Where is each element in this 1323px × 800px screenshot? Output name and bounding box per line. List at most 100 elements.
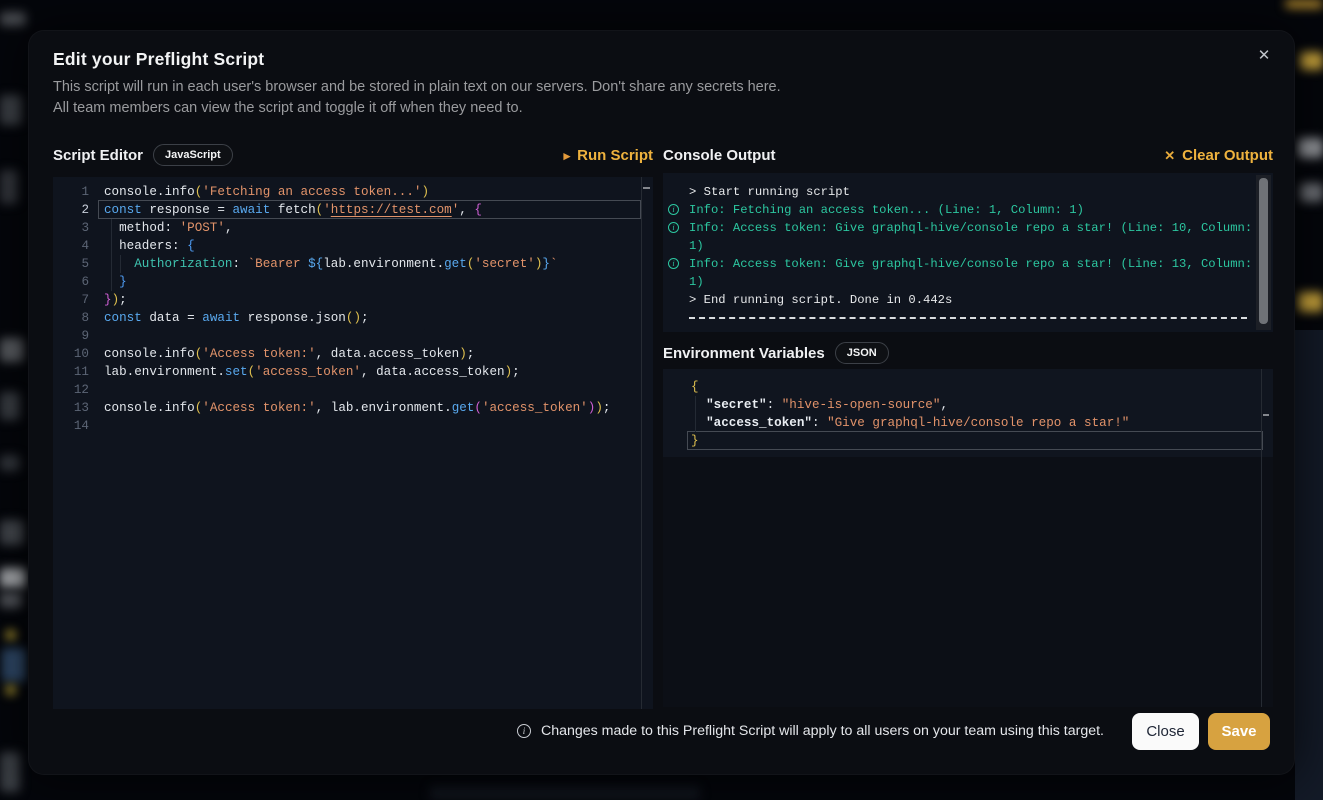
script-editor[interactable]: 1234567891011121314 console.info('Fetchi… bbox=[53, 177, 653, 709]
code-token: } bbox=[542, 257, 550, 271]
env-code-area[interactable]: { "secret": "hive-is-open-source", "acce… bbox=[691, 378, 1129, 450]
console-line-text: Info: Access token: Give graphql-hive/co… bbox=[689, 257, 1252, 271]
code-line[interactable]: lab.environment.set('access_token', data… bbox=[104, 363, 610, 381]
code-token: } bbox=[104, 293, 112, 307]
code-token: ` bbox=[550, 257, 558, 271]
javascript-badge: JavaScript bbox=[153, 144, 233, 166]
code-token: "secret" bbox=[706, 398, 766, 412]
code-token: ( bbox=[474, 401, 482, 415]
clear-output-button[interactable]: ✕ Clear Output bbox=[1164, 147, 1273, 164]
code-token: 'Access token:' bbox=[202, 401, 315, 415]
code-token: get bbox=[444, 257, 467, 271]
code-token: : bbox=[767, 398, 782, 412]
backdrop-blob bbox=[0, 752, 20, 792]
env-vars-editor[interactable]: { "secret": "hive-is-open-source", "acce… bbox=[663, 369, 1273, 707]
code-token: , bbox=[225, 221, 233, 235]
code-token: ${ bbox=[308, 257, 323, 271]
code-token: : bbox=[812, 416, 827, 430]
code-token: headers: bbox=[104, 239, 187, 253]
code-token: response = bbox=[142, 203, 233, 217]
indent-guide bbox=[695, 396, 696, 432]
line-number-gutter: 1234567891011121314 bbox=[53, 183, 89, 435]
code-token: { bbox=[474, 203, 482, 217]
console-scrollbar-track[interactable] bbox=[1256, 175, 1271, 330]
script-editor-heading: Script Editor bbox=[53, 147, 143, 164]
code-token: 'POST' bbox=[180, 221, 225, 235]
indent-guide bbox=[120, 255, 121, 273]
code-token: 'Access token:' bbox=[202, 347, 315, 361]
code-line[interactable]: Authorization: `Bearer ${lab.environment… bbox=[104, 255, 610, 273]
backdrop-blob bbox=[1298, 292, 1323, 312]
backdrop-blob bbox=[0, 170, 18, 204]
code-token: , data.access_token bbox=[316, 347, 460, 361]
code-token: 'access_token' bbox=[482, 401, 588, 415]
overview-ruler-mark bbox=[643, 187, 650, 189]
info-icon: i bbox=[668, 204, 679, 215]
code-token: `Bearer bbox=[248, 257, 308, 271]
env-vars-heading: Environment Variables bbox=[663, 345, 825, 362]
modal-footer: i Changes made to this Preflight Script … bbox=[29, 712, 1294, 750]
code-line[interactable]: } bbox=[691, 432, 1129, 450]
code-line[interactable]: console.info('Fetching an access token..… bbox=[104, 183, 610, 201]
backdrop-blob bbox=[0, 12, 26, 26]
code-line[interactable]: const response = await fetch('https://te… bbox=[104, 201, 610, 219]
code-token: data = bbox=[142, 311, 202, 325]
code-token: console.info bbox=[104, 401, 195, 415]
backdrop-blob bbox=[1300, 183, 1323, 202]
code-line[interactable]: }); bbox=[104, 291, 610, 309]
console-heading: Console Output bbox=[663, 147, 776, 164]
code-token: const bbox=[104, 311, 142, 325]
code-token: ) bbox=[112, 293, 120, 307]
line-number: 10 bbox=[53, 345, 89, 363]
code-token: Authorization bbox=[134, 257, 232, 271]
save-button[interactable]: Save bbox=[1208, 713, 1270, 750]
code-line[interactable] bbox=[104, 417, 610, 435]
code-token: await bbox=[233, 203, 271, 217]
code-line[interactable] bbox=[104, 327, 610, 345]
code-token: method: bbox=[104, 221, 180, 235]
code-token: ; bbox=[467, 347, 475, 361]
console-line: i Info: Fetching an access token... (Line… bbox=[663, 201, 1255, 219]
code-token: } bbox=[119, 275, 127, 289]
close-icon[interactable]: ✕ bbox=[1250, 41, 1278, 69]
code-token: ; bbox=[361, 311, 369, 325]
backdrop-blob bbox=[0, 455, 20, 471]
console-line-text: 1) bbox=[689, 275, 704, 289]
code-token: console.info bbox=[104, 185, 195, 199]
console-scrollbar-thumb[interactable] bbox=[1259, 178, 1268, 324]
script-code-area[interactable]: console.info('Fetching an access token..… bbox=[104, 183, 610, 435]
code-line[interactable]: } bbox=[104, 273, 610, 291]
run-script-button[interactable]: ▸ Run Script bbox=[564, 147, 653, 164]
line-number: 1 bbox=[53, 183, 89, 201]
preflight-script-modal: Edit your Preflight Script This script w… bbox=[28, 30, 1295, 775]
code-line[interactable]: "secret": "hive-is-open-source", bbox=[691, 396, 1129, 414]
backdrop-blob bbox=[6, 630, 16, 640]
code-line[interactable]: const data = await response.json(); bbox=[104, 309, 610, 327]
console-line: > End running script. Done in 0.442s bbox=[663, 291, 1255, 309]
console-line: 1) bbox=[663, 273, 1255, 291]
clear-output-label: Clear Output bbox=[1182, 147, 1273, 164]
code-line[interactable]: "access_token": "Give graphql-hive/conso… bbox=[691, 414, 1129, 432]
backdrop-blob bbox=[6, 685, 16, 695]
console-line-text: Info: Access token: Give graphql-hive/co… bbox=[689, 221, 1252, 235]
code-token: ) bbox=[353, 311, 361, 325]
close-button[interactable]: Close bbox=[1132, 713, 1199, 750]
backdrop-blob bbox=[0, 95, 22, 125]
json-badge: JSON bbox=[835, 342, 889, 364]
code-line[interactable] bbox=[104, 381, 610, 399]
code-line[interactable]: headers: { bbox=[104, 237, 610, 255]
modal-description: This script will run in each user's brow… bbox=[53, 77, 781, 118]
code-line[interactable]: console.info('Access token:', lab.enviro… bbox=[104, 399, 610, 417]
code-token: ) bbox=[459, 347, 467, 361]
code-line[interactable]: method: 'POST', bbox=[104, 219, 610, 237]
code-line[interactable]: console.info('Access token:', data.acces… bbox=[104, 345, 610, 363]
backdrop-blob bbox=[0, 392, 20, 420]
code-token: } bbox=[691, 434, 699, 448]
code-line[interactable]: { bbox=[691, 378, 1129, 396]
code-token: , bbox=[940, 398, 948, 412]
line-number: 8 bbox=[53, 309, 89, 327]
console-line-text: Info: Fetching an access token... (Line:… bbox=[689, 203, 1084, 217]
console-line-text: > End running script. Done in 0.442s bbox=[689, 293, 952, 307]
backdrop-blob bbox=[0, 338, 24, 362]
code-token: lab.environment. bbox=[104, 365, 225, 379]
